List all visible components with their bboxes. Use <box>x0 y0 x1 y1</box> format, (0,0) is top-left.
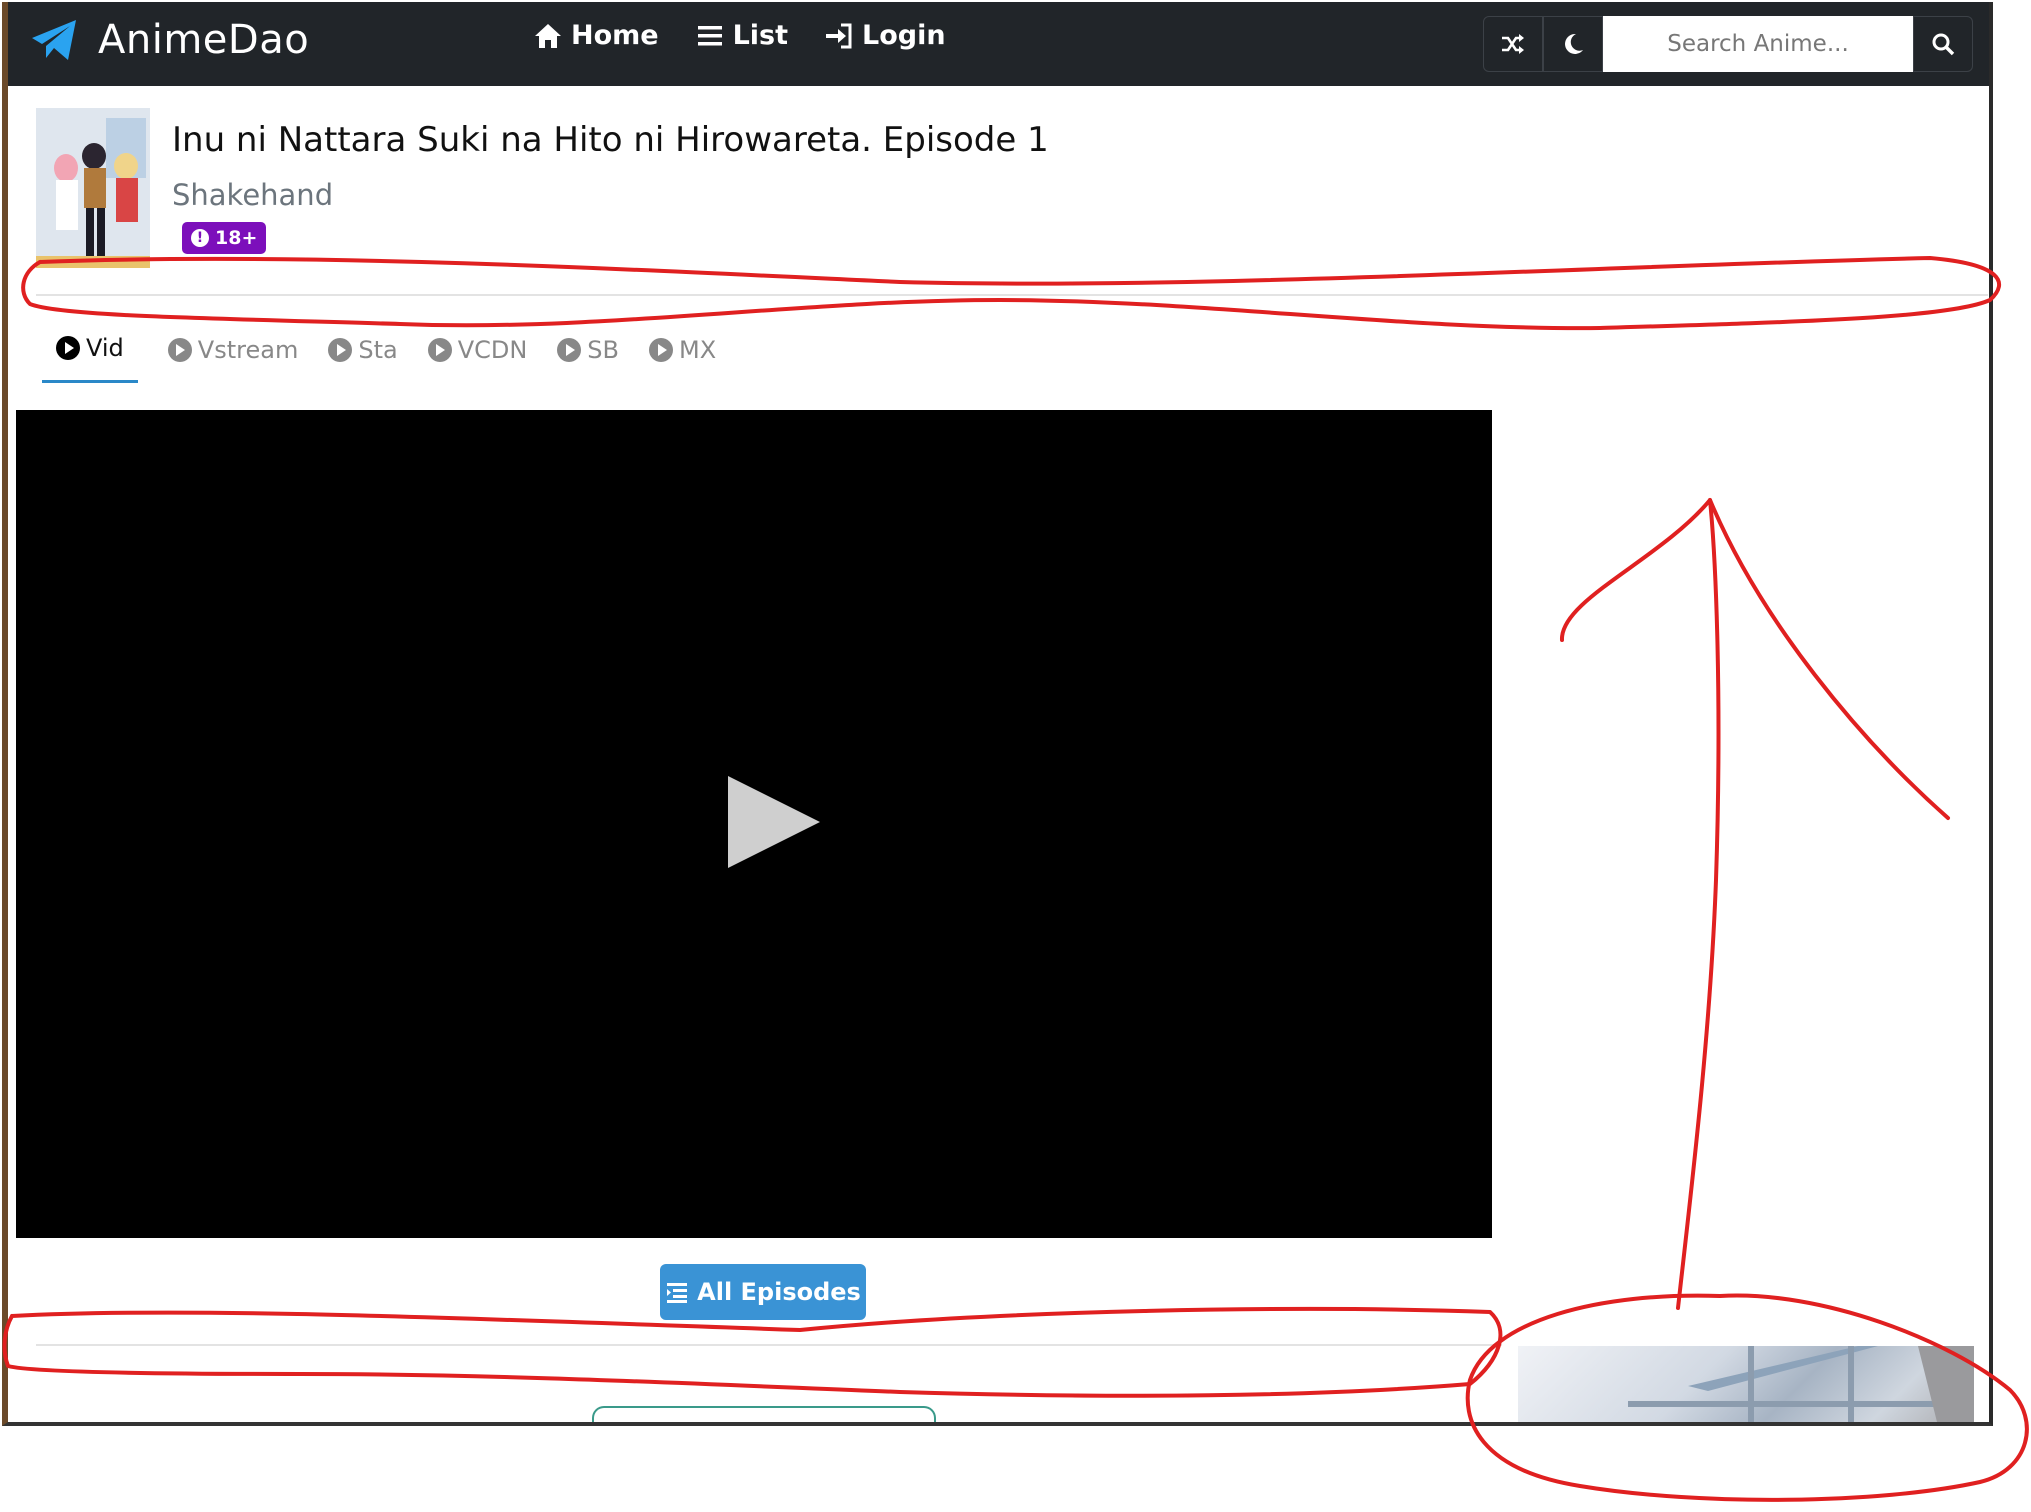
list-icon <box>697 25 722 45</box>
search-icon <box>1932 33 1955 56</box>
server-tabs: Vid Vstream Sta VCDN SB MX <box>42 334 716 383</box>
nav-list[interactable]: List <box>695 20 788 51</box>
video-player[interactable] <box>16 410 1492 1238</box>
dark-mode-toggle[interactable] <box>1543 16 1603 72</box>
login-icon <box>826 23 852 48</box>
search-input[interactable] <box>1603 16 1913 72</box>
play-circle-icon <box>328 337 353 362</box>
play-icon[interactable] <box>728 776 820 868</box>
divider <box>36 294 1988 296</box>
tab-sta[interactable]: Sta <box>328 334 398 383</box>
navbar: AnimeDao Home List Login Search Anime... <box>8 2 1989 86</box>
tab-vcdn[interactable]: VCDN <box>427 334 528 383</box>
tab-mx[interactable]: MX <box>649 334 716 383</box>
tab-label: MX <box>679 335 717 364</box>
window-scene-image <box>1628 1346 1974 1422</box>
all-episodes-button[interactable]: All Episodes <box>660 1264 866 1320</box>
poster-art <box>36 108 150 268</box>
paper-plane-icon <box>32 20 76 60</box>
sidebar-thumbnail[interactable] <box>1518 1346 1974 1422</box>
search-button[interactable] <box>1913 16 1973 72</box>
anime-poster[interactable] <box>36 108 150 268</box>
nav-list-label: List <box>732 20 789 51</box>
nav-login[interactable]: Login <box>824 20 946 51</box>
moon-icon <box>1565 33 1583 54</box>
tab-label: Sta <box>358 335 398 364</box>
nav-home-label: Home <box>571 20 659 51</box>
outline-button[interactable] <box>592 1406 936 1422</box>
all-episodes-label: All Episodes <box>697 1278 861 1306</box>
nav-links: Home List Login <box>533 20 946 51</box>
episode-list-icon <box>667 1283 688 1303</box>
play-circle-icon <box>167 337 192 362</box>
brand-logo[interactable]: AnimeDao <box>30 16 309 64</box>
warning-icon: ! <box>191 229 209 247</box>
shuffle-icon <box>1502 34 1524 54</box>
episode-title: Inu ni Nattara Suki na Hito ni Hirowaret… <box>172 120 1049 160</box>
tab-label: Vstream <box>197 335 299 364</box>
play-circle-icon <box>557 337 582 362</box>
home-icon <box>535 23 561 48</box>
studio-name[interactable]: Shakehand <box>172 178 333 212</box>
nav-home[interactable]: Home <box>533 20 659 51</box>
age-rating-badge: ! 18+ <box>182 222 267 254</box>
tab-vid[interactable]: Vid <box>42 334 138 383</box>
play-circle-icon <box>427 337 452 362</box>
divider <box>36 1344 1502 1346</box>
age-rating-label: 18+ <box>215 227 258 249</box>
nav-tools <box>1483 16 1973 72</box>
play-circle-icon <box>649 337 673 362</box>
browser-frame: AnimeDao Home List Login Search Anime...… <box>2 2 1993 1426</box>
tab-vstream[interactable]: Vstream <box>167 334 299 383</box>
tab-label: Vid <box>86 334 124 362</box>
nav-login-label: Login <box>862 20 946 51</box>
tab-label: SB <box>587 335 619 364</box>
play-circle-icon <box>56 336 80 360</box>
tab-label: VCDN <box>457 335 528 364</box>
random-button[interactable] <box>1483 16 1543 72</box>
tab-sb[interactable]: SB <box>557 334 619 383</box>
brand-name: AnimeDao <box>98 17 310 63</box>
